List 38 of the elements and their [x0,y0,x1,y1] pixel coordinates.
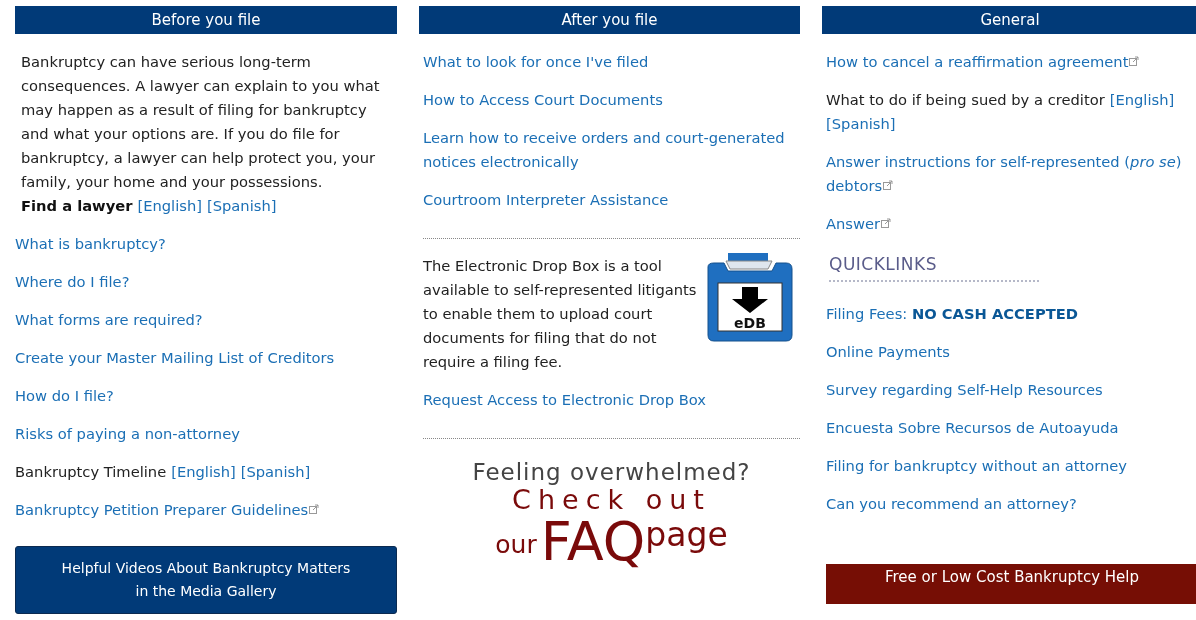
link[interactable]: Answer instructions for self-represented (pro se) debtors [826,150,1196,198]
link[interactable]: [English] [1109,88,1175,112]
link[interactable]: Filing for bankruptcy without an attorney [826,454,1127,478]
intro-paragraph: Bankruptcy can have serious long-term consequences. A lawyer can explain to you what may happen as a result of filing for bankruptcy and what your options are. If you do file for bankruptcy, a lawyer can help protect you, your family, your home and your possessions. [20,52,381,192]
link[interactable]: How to Access Court Documents [423,88,663,112]
link[interactable]: What is bankruptcy? [15,232,166,256]
link[interactable]: Bankruptcy Petition Preparer Guidelines [15,498,320,522]
help-banner[interactable]: Free or Low Cost Bankruptcy Help [826,564,1196,604]
link[interactable]: [English] [171,460,236,484]
link[interactable]: What forms are required? [15,308,203,332]
column-header: General [822,6,1196,34]
link[interactable]: Courtroom Interpreter Assistance [423,188,669,212]
link[interactable]: Can you recommend an attorney? [826,492,1077,516]
label-text: Find a lawyer [21,196,133,216]
drop-box-description: The Electronic Drop Box is a tool available to self-represented litigants to enable them to upload court documents for filing that do not require a filing fee. [423,256,698,372]
label-text: What to do if being sued by a creditor [826,90,1105,110]
link[interactable]: Where do I file? [15,270,130,294]
link[interactable]: Encuesta Sobre Recursos de Autoayuda [826,416,1119,440]
link[interactable]: Create your Master Mailing List of Creditors [15,346,335,370]
media-gallery-button[interactable]: Helpful Videos About Bankruptcy Matters in the Media Gallery [15,546,397,614]
link[interactable]: How do I file? [15,384,114,408]
column-header: After you file [419,6,800,34]
link[interactable]: [Spanish] [240,460,311,484]
link[interactable]: What to look for once I've filed [423,50,649,74]
link[interactable]: Request Access to Electronic Drop Box [423,388,707,412]
link[interactable]: Learn how to receive orders and court-generated notices electronically [423,126,800,174]
link[interactable]: [English] [137,194,202,218]
link[interactable]: [Spanish] [826,112,896,136]
label-text: Bankruptcy Timeline [15,462,167,482]
link[interactable]: [Spanish] [206,194,277,218]
link[interactable]: How to cancel a reaffirmation agreement [826,50,1140,74]
link[interactable]: Survey regarding Self-Help Resources [826,378,1103,402]
column-header: Before you file [15,6,397,34]
link[interactable]: Filing Fees: NO CASH ACCEPTED [826,302,1078,326]
link[interactable]: Answer [826,212,892,236]
link[interactable]: Risks of paying a non-attorney [15,422,240,446]
link[interactable]: Online Payments [826,340,950,364]
section-heading: QUICKLINKS [829,254,1039,282]
